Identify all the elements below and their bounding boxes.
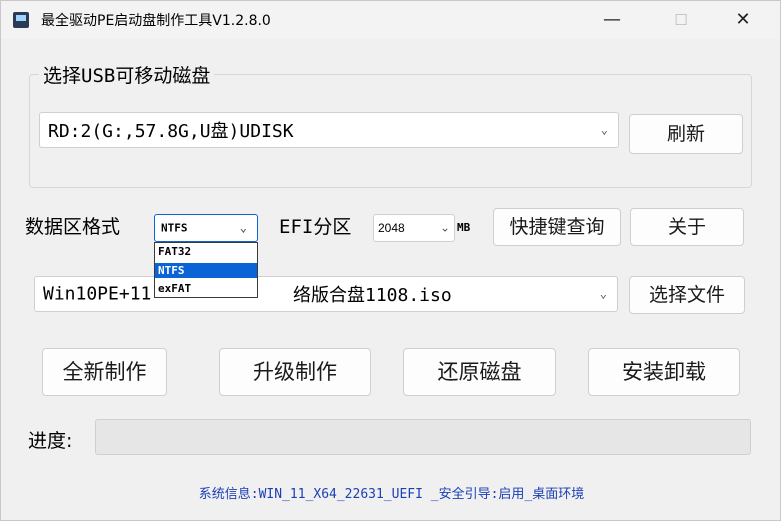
data-format-label: 数据区格式 xyxy=(25,216,121,238)
upgrade-make-button[interactable]: 升级制作 xyxy=(219,348,371,396)
efi-partition-label: EFI分区 xyxy=(279,216,352,238)
choose-file-button[interactable]: 选择文件 xyxy=(629,276,745,314)
chevron-down-icon: ⌄ xyxy=(239,220,247,235)
close-button[interactable]: ✕ xyxy=(720,1,766,39)
efi-size-select[interactable]: 2048 ⌄ xyxy=(373,214,455,242)
format-dropdown-list: FAT32 NTFS exFAT xyxy=(154,242,258,298)
chevron-down-icon: ⌄ xyxy=(599,286,607,301)
about-button[interactable]: 关于 xyxy=(630,208,744,246)
iso-file-select[interactable]: Win10PE+11 络版合盘1108.iso ⌄ xyxy=(34,276,618,312)
shortcut-query-button[interactable]: 快捷键查询 xyxy=(493,208,621,246)
app-usb-icon xyxy=(13,12,29,28)
progress-label: 进度: xyxy=(28,430,73,452)
window-title: 最全驱动PE启动盘制作工具V1.2.8.0 xyxy=(41,13,271,29)
maximize-button[interactable]: ☐ xyxy=(658,1,704,39)
efi-size-value: 2048 xyxy=(378,221,405,235)
format-option-exfat[interactable]: exFAT xyxy=(155,281,257,296)
install-uninstall-button[interactable]: 安装卸载 xyxy=(588,348,740,396)
minimize-button[interactable]: — xyxy=(589,1,635,39)
refresh-button[interactable]: 刷新 xyxy=(629,114,743,154)
usb-group-legend: 选择USB可移动磁盘 xyxy=(39,61,215,88)
title-bar[interactable]: 最全驱动PE启动盘制作工具V1.2.8.0 — ☐ ✕ xyxy=(1,1,780,39)
iso-file-value-right: 络版合盘1108.iso xyxy=(293,285,452,306)
iso-file-value-left: Win10PE+11 xyxy=(43,283,152,305)
usb-disk-value: RD:2(G:,57.8G,U盘)UDISK xyxy=(48,121,294,142)
progress-bar xyxy=(95,419,751,455)
format-option-ntfs[interactable]: NTFS xyxy=(155,263,257,278)
efi-unit-label: MB xyxy=(457,221,471,234)
new-make-button[interactable]: 全新制作 xyxy=(42,348,167,396)
chevron-down-icon: ⌄ xyxy=(600,122,608,137)
data-format-value: NTFS xyxy=(161,221,188,235)
system-info-status: 系统信息:WIN_11_X64_22631_UEFI _安全引导:启用_桌面环境 xyxy=(198,487,585,502)
data-format-select[interactable]: NTFS ⌄ xyxy=(154,214,258,242)
usb-disk-select[interactable]: RD:2(G:,57.8G,U盘)UDISK ⌄ xyxy=(39,112,619,148)
format-option-fat32[interactable]: FAT32 xyxy=(155,244,257,259)
chevron-down-icon: ⌄ xyxy=(439,220,450,235)
restore-disk-button[interactable]: 还原磁盘 xyxy=(403,348,556,396)
app-window: 最全驱动PE启动盘制作工具V1.2.8.0 — ☐ ✕ 选择USB可移动磁盘 R… xyxy=(0,0,781,521)
